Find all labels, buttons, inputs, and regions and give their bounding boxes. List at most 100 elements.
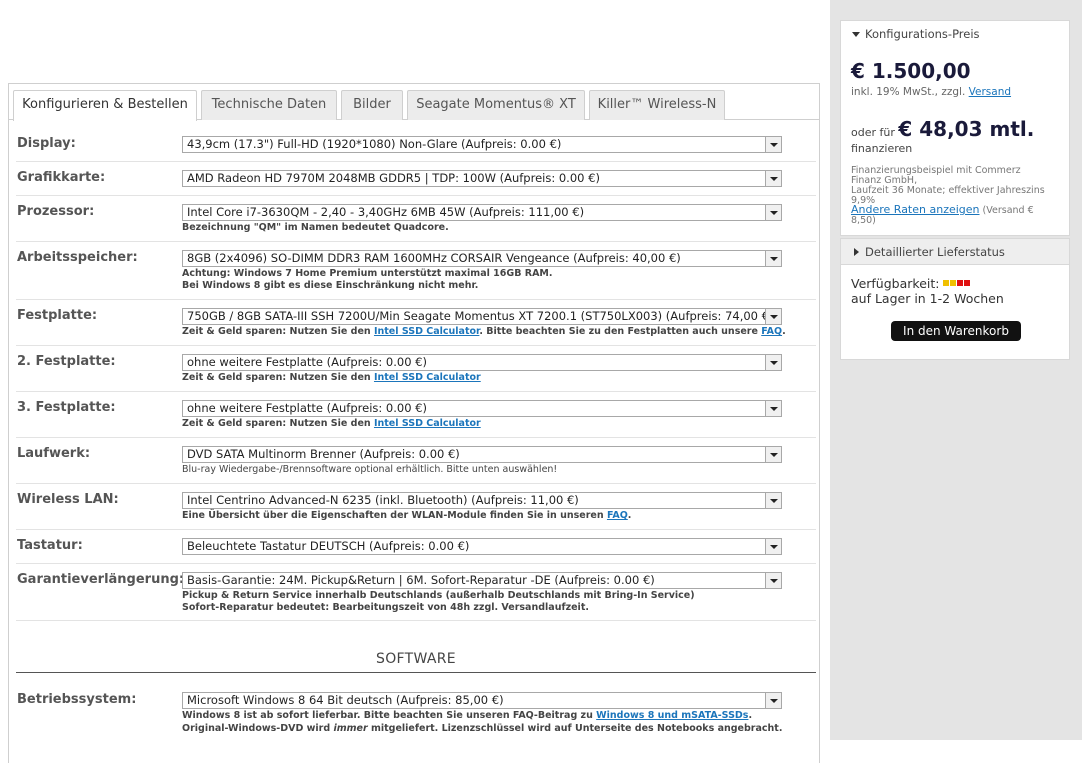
finance-monthly-price: € 48,03 mtl. — [898, 117, 1035, 141]
config-row-betriebssystem: Betriebssystem: Microsoft Windows 8 64 B… — [16, 684, 816, 744]
wireless-lan-label: Wireless LAN: — [17, 492, 119, 507]
festplatte-3-note-text: Zeit & Geld sparen: Nutzen Sie den — [182, 418, 374, 429]
chevron-down-icon[interactable] — [765, 251, 781, 266]
festplatte-2-note: Zeit & Geld sparen: Nutzen Sie den Intel… — [182, 372, 802, 384]
tab-killer-wireless[interactable]: Killer™ Wireless-N — [589, 90, 725, 120]
laufwerk-note: Blu-ray Wiedergabe-/Brennsoftware option… — [182, 464, 558, 475]
finance-example-line-3: Laufzeit 36 Monate; effektiver Jahreszin… — [851, 185, 1045, 196]
windows8-msata-link[interactable]: Windows 8 und mSATA-SSDs — [596, 710, 748, 721]
prozessor-select[interactable]: Intel Core i7-3630QM - 2,40 - 3,40GHz 6M… — [182, 204, 782, 221]
finance-suffix: finanzieren — [851, 142, 913, 155]
display-label: Display: — [17, 136, 76, 151]
chevron-down-icon[interactable] — [765, 693, 781, 708]
price-box: Konfigurations-Preis € 1.500,00 inkl. 19… — [840, 20, 1070, 236]
config-row-display: Display: 43,9cm (17.3") Full-HD (1920*10… — [16, 128, 816, 162]
chevron-down-icon[interactable] — [765, 137, 781, 152]
faq-link[interactable]: FAQ — [607, 510, 628, 521]
tastatur-label: Tastatur: — [17, 538, 83, 553]
tab-technische-daten[interactable]: Technische Daten — [201, 90, 337, 120]
garantie-select[interactable]: Basis-Garantie: 24M. Pickup&Return | 6M.… — [182, 572, 782, 589]
festplatte-select-value: 750GB / 8GB SATA-III SSH 7200U/Min Seaga… — [187, 309, 765, 323]
betriebssystem-note-2-text: Original-Windows-DVD wird — [182, 723, 334, 734]
triangle-down-icon — [852, 32, 860, 37]
arbeitsspeicher-select-value: 8GB (2x4096) SO-DIMM DDR3 RAM 1600MHz CO… — [187, 251, 681, 265]
grafikkarte-label: Grafikkarte: — [17, 170, 106, 185]
chevron-down-icon[interactable] — [765, 205, 781, 220]
chevron-down-icon[interactable] — [765, 573, 781, 588]
festplatte-note-end: . — [782, 326, 786, 337]
tab-bilder[interactable]: Bilder — [341, 90, 403, 120]
price-box-header-label: Konfigurations-Preis — [865, 27, 980, 41]
festplatte-note: Zeit & Geld sparen: Nutzen Sie den Intel… — [182, 326, 802, 338]
chevron-down-icon[interactable] — [765, 401, 781, 416]
arbeitsspeicher-label: Arbeitsspeicher: — [17, 250, 138, 265]
config-row-prozessor: Prozessor: Intel Core i7-3630QM - 2,40 -… — [16, 196, 816, 242]
intel-ssd-calculator-link[interactable]: Intel SSD Calculator — [374, 326, 479, 337]
finance-prefix: oder für — [851, 126, 899, 139]
lieferstatus-header-label: Detaillierter Lieferstatus — [865, 245, 1005, 259]
betriebssystem-label: Betriebssystem: — [17, 692, 137, 707]
festplatte-3-select-value: ohne weitere Festplatte (Aufpreis: 0.00 … — [187, 401, 427, 415]
price-box-header[interactable]: Konfigurations-Preis — [841, 21, 1069, 47]
laufwerk-select[interactable]: DVD SATA Multinorm Brenner (Aufpreis: 0.… — [182, 446, 782, 463]
chevron-down-icon[interactable] — [765, 355, 781, 370]
config-row-laufwerk: Laufwerk: DVD SATA Multinorm Brenner (Au… — [16, 438, 816, 484]
intel-ssd-calculator-link[interactable]: Intel SSD Calculator — [374, 372, 481, 383]
vat-info: inkl. 19% MwSt., zzgl. Versand — [851, 86, 1011, 98]
festplatte-select[interactable]: 750GB / 8GB SATA-III SSH 7200U/Min Seaga… — [182, 308, 782, 325]
wireless-lan-select-value: Intel Centrino Advanced-N 6235 (inkl. Bl… — [187, 493, 579, 507]
intel-ssd-calculator-link[interactable]: Intel SSD Calculator — [374, 418, 481, 429]
config-row-wireless-lan: Wireless LAN: Intel Centrino Advanced-N … — [16, 484, 816, 530]
total-price: € 1.500,00 — [851, 59, 971, 83]
faq-link[interactable]: FAQ — [761, 326, 782, 337]
festplatte-3-note: Zeit & Geld sparen: Nutzen Sie den Intel… — [182, 418, 802, 430]
grafikkarte-select[interactable]: AMD Radeon HD 7970M 2048MB GDDR5 | TDP: … — [182, 170, 782, 187]
garantie-note-2: Sofort-Reparatur bedeutet: Bearbeitungsz… — [182, 602, 589, 613]
tab-konfigurieren[interactable]: Konfigurieren & Bestellen — [13, 90, 197, 121]
betriebssystem-select[interactable]: Microsoft Windows 8 64 Bit deutsch (Aufp… — [182, 692, 782, 709]
availability-square-3 — [964, 280, 971, 286]
config-row-festplatte-2: 2. Festplatte: ohne weitere Festplatte (… — [16, 346, 816, 392]
add-to-cart-button[interactable]: In den Warenkorb — [891, 321, 1021, 341]
chevron-down-icon[interactable] — [765, 171, 781, 186]
chevron-down-icon[interactable] — [765, 539, 781, 554]
rates-line: Andere Raten anzeigen (Versand € — [851, 204, 1034, 216]
festplatte-2-select[interactable]: ohne weitere Festplatte (Aufpreis: 0.00 … — [182, 354, 782, 371]
garantie-note-1: Pickup & Return Service innerhalb Deutsc… — [182, 590, 695, 601]
availability-square-2 — [957, 280, 964, 286]
laufwerk-select-value: DVD SATA Multinorm Brenner (Aufpreis: 0.… — [187, 447, 460, 461]
config-row-festplatte: Festplatte: 750GB / 8GB SATA-III SSH 720… — [16, 300, 816, 346]
chevron-down-icon[interactable] — [765, 493, 781, 508]
triangle-right-icon — [854, 248, 859, 256]
arbeitsspeicher-select[interactable]: 8GB (2x4096) SO-DIMM DDR3 RAM 1600MHz CO… — [182, 250, 782, 267]
prozessor-label: Prozessor: — [17, 204, 95, 219]
software-divider — [16, 672, 816, 673]
tab-seagate-momentus[interactable]: Seagate Momentus® XT — [407, 90, 585, 120]
wireless-lan-note-text: Eine Übersicht über die Eigenschaften de… — [182, 510, 607, 521]
availability-label: Verfügbarkeit: — [851, 276, 940, 291]
garantie-label: Garantieverlängerung: — [17, 572, 185, 587]
software-title: SOFTWARE — [376, 651, 456, 667]
display-select[interactable]: 43,9cm (17.3") Full-HD (1920*1080) Non-G… — [182, 136, 782, 153]
wireless-lan-select[interactable]: Intel Centrino Advanced-N 6235 (inkl. Bl… — [182, 492, 782, 509]
betriebssystem-note-1-text: Windows 8 ist ab sofort lieferbar. Bitte… — [182, 710, 597, 721]
festplatte-note-text: Zeit & Geld sparen: Nutzen Sie den — [182, 326, 374, 337]
festplatte-3-select[interactable]: ohne weitere Festplatte (Aufpreis: 0.00 … — [182, 400, 782, 417]
prozessor-select-value: Intel Core i7-3630QM - 2,40 - 3,40GHz 6M… — [187, 205, 585, 219]
lieferstatus-box: Detaillierter Lieferstatus Verfügbarkeit… — [840, 238, 1070, 360]
arbeitsspeicher-note-2: Bei Windows 8 gibt es diese Einschränkun… — [182, 280, 479, 291]
festplatte-note-text-2: . Bitte beachten Sie zu den Festplatten … — [479, 326, 762, 337]
grafikkarte-select-value: AMD Radeon HD 7970M 2048MB GDDR5 | TDP: … — [187, 171, 600, 185]
chevron-down-icon[interactable] — [765, 447, 781, 462]
tastatur-select[interactable]: Beleuchtete Tastatur DEUTSCH (Aufpreis: … — [182, 538, 782, 555]
availability-square-1 — [950, 280, 957, 286]
config-row-tastatur: Tastatur: Beleuchtete Tastatur DEUTSCH (… — [16, 530, 816, 564]
config-row-grafikkarte: Grafikkarte: AMD Radeon HD 7970M 2048MB … — [16, 162, 816, 196]
lieferstatus-header[interactable]: Detaillierter Lieferstatus — [841, 239, 1069, 265]
versand-link[interactable]: Versand — [969, 86, 1011, 98]
betriebssystem-note-2-end: mitgeliefert. Lizenzschlüssel wird auf U… — [367, 723, 783, 734]
chevron-down-icon[interactable] — [765, 309, 781, 324]
vat-info-text: inkl. 19% MwSt., zzgl. — [851, 86, 969, 98]
festplatte-2-select-value: ohne weitere Festplatte (Aufpreis: 0.00 … — [187, 355, 427, 369]
tastatur-select-value: Beleuchtete Tastatur DEUTSCH (Aufpreis: … — [187, 539, 470, 553]
